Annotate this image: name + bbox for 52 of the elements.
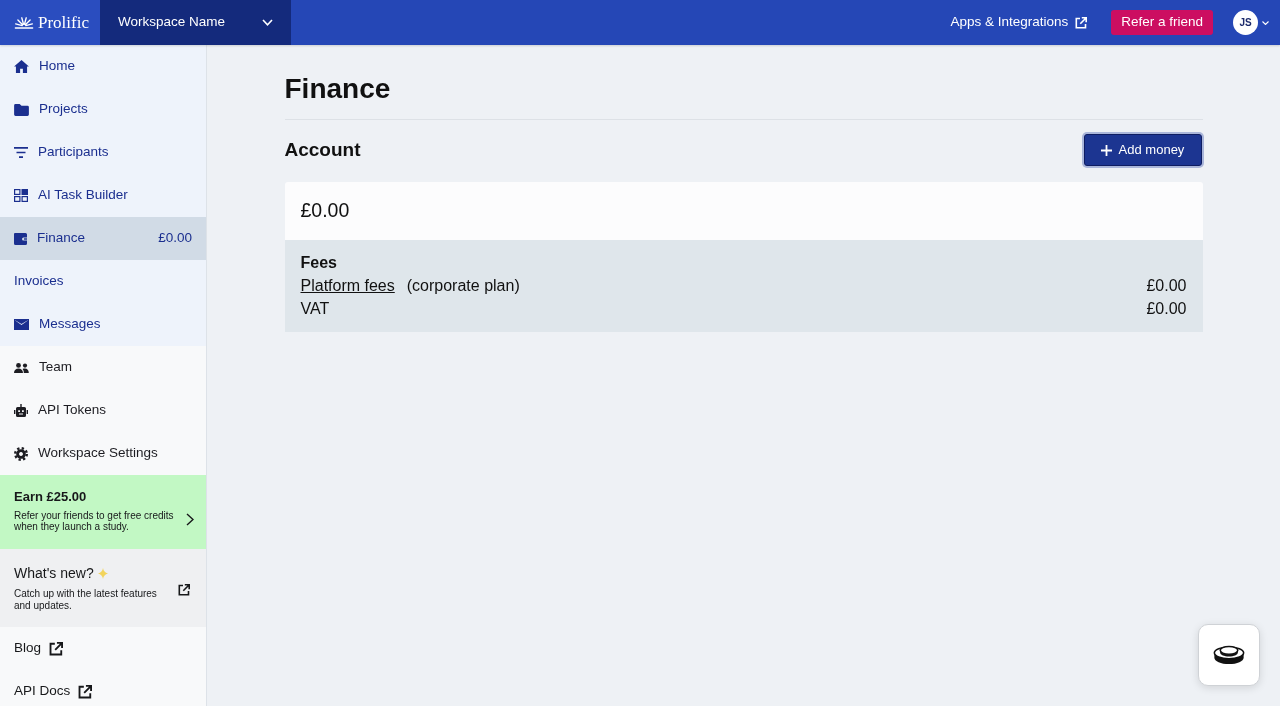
people-icon <box>14 362 29 373</box>
sidebar-balance: £0.00 <box>158 229 192 248</box>
robot-icon <box>14 404 28 417</box>
caret-icon[interactable] <box>1262 20 1269 25</box>
avatar[interactable]: JS <box>1233 10 1258 35</box>
sidebar-item[interactable]: AI Task Builder <box>0 174 206 217</box>
promo-text: Refer your friends to get free credits when they launch a study. <box>14 510 175 532</box>
filter-icon <box>14 147 28 158</box>
gear-icon <box>14 446 28 461</box>
fee-amount: £0.00 <box>1146 276 1187 296</box>
add-money-button[interactable]: Add money <box>1083 134 1202 166</box>
whats-new-text: Catch up with the latest features and updates. <box>14 588 158 612</box>
sidebar-link[interactable]: API Docs <box>0 670 206 706</box>
logo-link[interactable]: Prolific <box>0 0 100 45</box>
chevron-down-icon[interactable] <box>262 19 273 26</box>
fee-link[interactable]: Platform fees <box>300 274 395 297</box>
page-title: Finance <box>284 72 392 106</box>
plus-icon <box>1100 144 1112 156</box>
sunburst-icon <box>14 16 34 29</box>
sidebar-link[interactable]: Blog <box>0 627 206 670</box>
wallet-icon <box>14 232 27 245</box>
sidebar-item[interactable]: Messages <box>0 303 206 346</box>
sidebar-item[interactable]: Home <box>0 45 206 88</box>
chevron-right-icon <box>186 512 194 526</box>
fees-title: Fees <box>300 253 338 273</box>
promo-title: Earn £25.00 <box>14 489 88 505</box>
sidebar-item[interactable]: Invoices <box>0 260 206 303</box>
apps-integrations-link[interactable]: Apps & Integrations <box>950 12 1088 33</box>
workspace-dropdown[interactable]: Workspace Name <box>100 0 291 45</box>
fee-amount: £0.00 <box>1146 299 1187 319</box>
sparkle-icon <box>97 568 108 579</box>
external-link-icon[interactable] <box>78 684 93 699</box>
sidebar-item[interactable]: API Tokens <box>0 389 206 432</box>
support-button[interactable] <box>1198 624 1260 686</box>
folder-icon <box>14 103 29 116</box>
envelope-icon <box>14 319 29 330</box>
sidebar-item[interactable]: Participants <box>0 131 206 174</box>
home-icon <box>14 60 29 73</box>
balance-amount: £0.00 <box>300 198 350 224</box>
fee-label: VAT <box>300 299 330 319</box>
sidebar-item[interactable]: Team <box>0 346 206 389</box>
grid-icon <box>14 189 28 202</box>
refer-friend-button[interactable]: Refer a friend <box>1111 10 1213 35</box>
sidebar-item[interactable]: Projects <box>0 88 206 131</box>
whats-new-title: What's new? <box>14 565 94 582</box>
section-title: Account <box>284 138 361 162</box>
external-link-icon[interactable] <box>49 641 64 656</box>
sidebar-item[interactable]: Workspace Settings <box>0 432 206 475</box>
referral-promo-card[interactable]: Earn £25.00 Refer your friends to get free credits when they launch a study. <box>0 475 206 549</box>
disc-icon <box>1213 645 1245 665</box>
fee-note: (corporate plan) <box>406 276 520 296</box>
sidebar-item[interactable]: Finance £0.00 <box>0 217 206 260</box>
